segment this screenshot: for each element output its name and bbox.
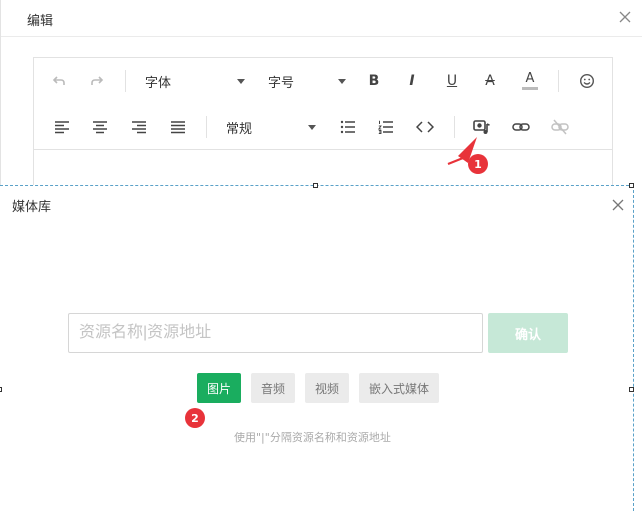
- toolbar-separator: [206, 116, 207, 138]
- strikethrough-icon: A: [485, 73, 495, 89]
- align-center-icon[interactable]: [90, 115, 110, 139]
- close-icon[interactable]: [611, 197, 625, 211]
- resize-handle[interactable]: [629, 387, 634, 392]
- font-size-select[interactable]: 字号: [268, 69, 346, 93]
- annotation-badge-1: 1: [468, 154, 488, 174]
- media-type-video-button[interactable]: 视频: [305, 373, 349, 403]
- bold-button[interactable]: B: [364, 69, 384, 93]
- media-type-audio-button[interactable]: 音频: [251, 373, 295, 403]
- numbered-list-icon[interactable]: [376, 115, 396, 139]
- close-icon[interactable]: [617, 9, 633, 25]
- undo-icon[interactable]: [48, 69, 70, 93]
- toolbar-row-2: 常规: [34, 104, 612, 150]
- underline-icon: U: [446, 73, 458, 89]
- chevron-down-icon: [338, 79, 346, 84]
- font-color-swatch: [522, 87, 538, 90]
- align-right-icon[interactable]: [129, 115, 149, 139]
- bold-icon: B: [368, 73, 380, 89]
- chevron-down-icon: [237, 79, 245, 84]
- align-left-icon[interactable]: [52, 115, 72, 139]
- edit-dialog-title: 编辑: [27, 14, 54, 29]
- toolbar-separator: [454, 116, 455, 138]
- code-icon[interactable]: [414, 115, 436, 139]
- media-library-title: 媒体库: [12, 200, 52, 215]
- font-color-icon: A: [525, 71, 535, 86]
- font-color-button[interactable]: A: [520, 69, 540, 93]
- media-type-image-button[interactable]: 图片: [197, 373, 241, 403]
- edit-dialog-header: 编辑: [1, 0, 642, 37]
- media-icon[interactable]: [471, 115, 493, 139]
- resize-handle[interactable]: [313, 183, 318, 188]
- emoji-icon[interactable]: [576, 69, 598, 93]
- redo-icon[interactable]: [86, 69, 108, 93]
- unlink-icon[interactable]: [549, 115, 571, 139]
- annotation-badge-2: 2: [185, 408, 205, 428]
- resize-handle[interactable]: [629, 183, 634, 188]
- italic-button[interactable]: I: [402, 69, 422, 93]
- italic-icon: I: [409, 73, 415, 89]
- resource-input[interactable]: [68, 313, 483, 353]
- separator-hint: 使用"|"分隔资源名称和资源地址: [234, 431, 391, 444]
- media-type-embed-button[interactable]: 嵌入式媒体: [359, 373, 439, 403]
- align-justify-icon[interactable]: [168, 115, 188, 139]
- underline-button[interactable]: U: [442, 69, 462, 93]
- chevron-down-icon: [308, 125, 316, 130]
- toolbar-row-1: 字体 字号 B I U A A: [34, 58, 612, 104]
- font-family-value: 字体: [145, 75, 172, 91]
- confirm-button[interactable]: 确认: [488, 313, 568, 353]
- font-size-value: 字号: [268, 75, 295, 91]
- paragraph-style-select[interactable]: 常规: [226, 115, 316, 139]
- strikethrough-button[interactable]: A: [480, 69, 500, 93]
- paragraph-style-value: 常规: [226, 121, 253, 137]
- font-family-select[interactable]: 字体: [145, 69, 245, 93]
- toolbar-separator: [558, 70, 559, 92]
- link-icon[interactable]: [510, 115, 532, 139]
- resize-handle[interactable]: [0, 387, 2, 392]
- bullet-list-icon[interactable]: [338, 115, 358, 139]
- toolbar-separator: [125, 70, 126, 92]
- media-library-dialog: 媒体库 确认 图片 音频 视频 嵌入式媒体 使用"|"分隔资源名称和资源地址: [0, 183, 634, 511]
